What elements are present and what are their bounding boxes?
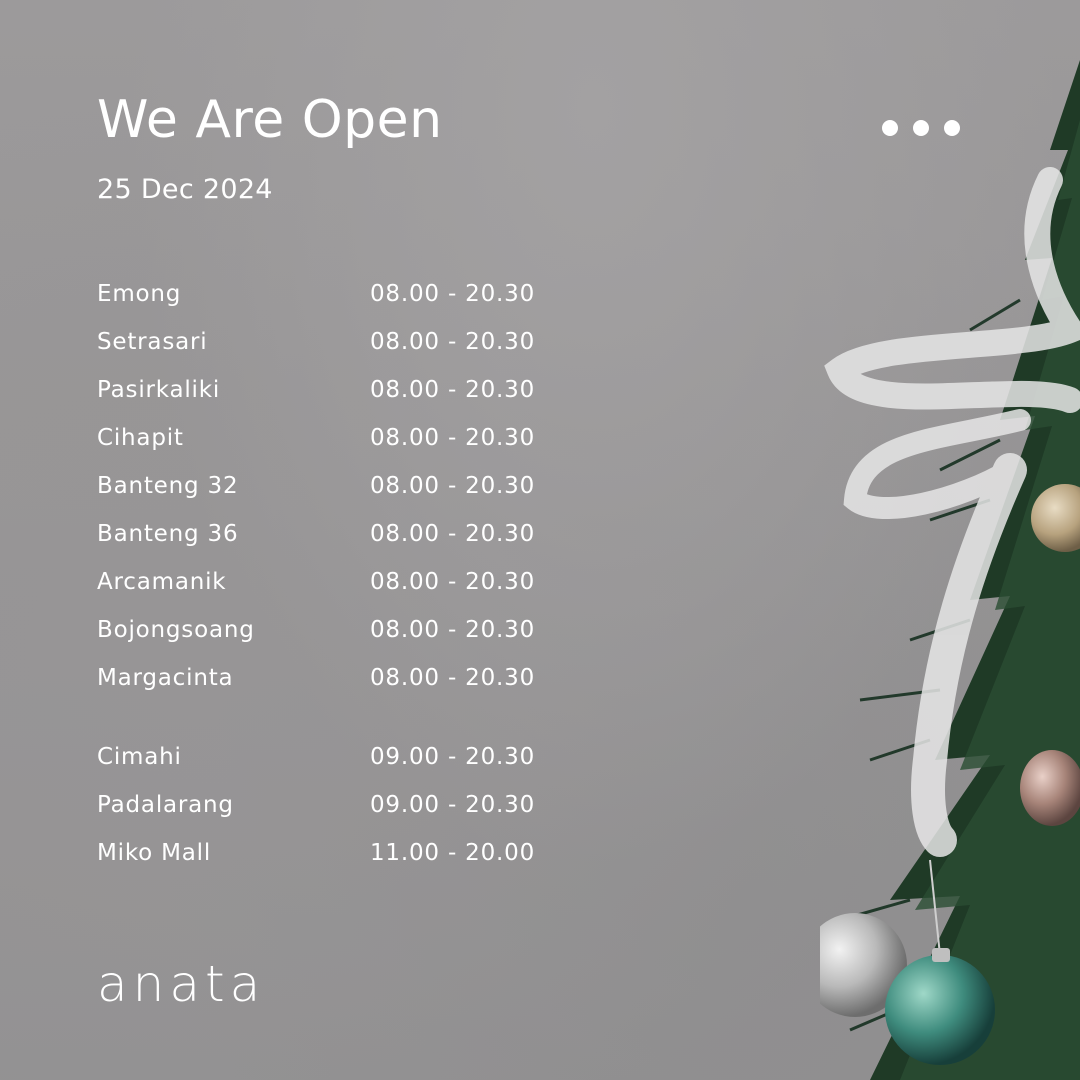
store-name: Banteng 36 <box>97 521 239 547</box>
store-hours: 08.00 - 20.30 <box>370 665 536 691</box>
store-name: Padalarang <box>97 792 234 818</box>
store-hours: 08.00 - 20.30 <box>370 569 536 595</box>
store-name: Margacinta <box>97 665 234 691</box>
page-title: We Are Open <box>97 90 443 150</box>
store-hours: 08.00 - 20.30 <box>370 521 536 547</box>
store-hours: 09.00 - 20.30 <box>370 744 536 770</box>
list-item: Cihapit 08.00 - 20.30 <box>97 414 570 462</box>
date-label: 25 Dec 2024 <box>97 174 273 205</box>
store-hours: 08.00 - 20.30 <box>370 281 536 307</box>
store-name: Emong <box>97 281 182 307</box>
list-item: Margacinta 08.00 - 20.30 <box>97 654 570 702</box>
list-item: Arcamanik 08.00 - 20.30 <box>97 558 570 606</box>
store-name: Bojongsoang <box>97 617 255 643</box>
store-hours: 08.00 - 20.30 <box>370 473 536 499</box>
brand-logo: anata <box>97 955 266 1013</box>
list-item: Pasirkaliki 08.00 - 20.30 <box>97 366 570 414</box>
list-item: Bojongsoang 08.00 - 20.30 <box>97 606 570 654</box>
store-name: Banteng 32 <box>97 473 239 499</box>
list-item: Cimahi 09.00 - 20.30 <box>97 733 570 781</box>
list-item: Miko Mall 11.00 - 20.00 <box>97 829 570 877</box>
store-name: Cimahi <box>97 744 182 770</box>
list-item: Emong 08.00 - 20.30 <box>97 270 570 318</box>
list-item: Banteng 36 08.00 - 20.30 <box>97 510 570 558</box>
opening-hours-list: Emong 08.00 - 20.30 Setrasari 08.00 - 20… <box>97 270 570 877</box>
list-item: Padalarang 09.00 - 20.30 <box>97 781 570 829</box>
store-name: Setrasari <box>97 329 208 355</box>
store-name: Cihapit <box>97 425 184 451</box>
list-item: Banteng 32 08.00 - 20.30 <box>97 462 570 510</box>
christmas-tree-illustration <box>820 60 1080 1080</box>
store-name: Pasirkaliki <box>97 377 221 403</box>
store-hours: 08.00 - 20.30 <box>370 617 536 643</box>
store-hours: 08.00 - 20.30 <box>370 377 536 403</box>
store-hours: 08.00 - 20.30 <box>370 329 536 355</box>
store-hours: 09.00 - 20.30 <box>370 792 536 818</box>
store-name: Miko Mall <box>97 840 212 866</box>
list-item: Setrasari 08.00 - 20.30 <box>97 318 570 366</box>
store-hours: 08.00 - 20.30 <box>370 425 536 451</box>
store-name: Arcamanik <box>97 569 227 595</box>
store-hours: 11.00 - 20.00 <box>370 840 536 866</box>
